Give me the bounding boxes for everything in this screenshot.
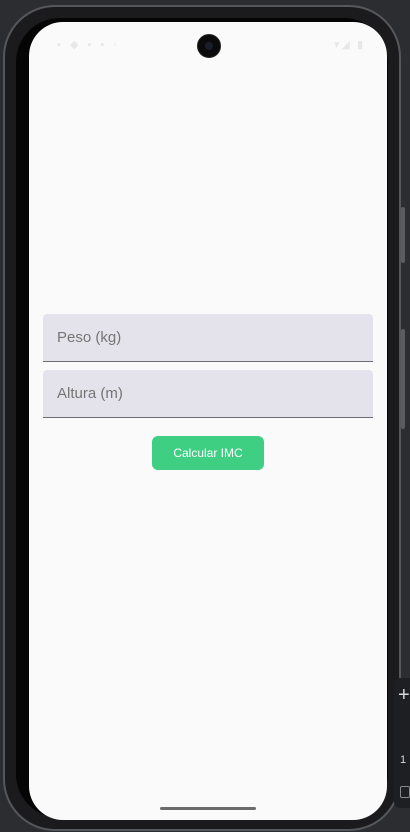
weight-field[interactable] [43,314,373,362]
app-screen: ▪ ◆ ▪ ▪ ◦ ▾◢ ▮ Calcular IMC [29,22,387,820]
power-button [401,207,405,263]
status-icons-left: ▪ ◆ ▪ ▪ ◦ [57,39,121,51]
status-icons-right: ▾◢ ▮ [333,39,365,51]
window-icon[interactable] [400,786,410,798]
edge-number: 1 [400,754,407,766]
weight-input[interactable] [43,314,373,361]
volume-button [401,329,405,429]
calculate-bmi-button[interactable]: Calcular IMC [152,436,264,470]
height-input[interactable] [43,370,373,417]
height-field[interactable] [43,370,373,418]
edge-panel[interactable]: + 1 [394,678,410,808]
plus-icon[interactable]: + [398,684,410,707]
front-camera-icon [197,34,221,58]
home-indicator[interactable] [160,807,256,810]
